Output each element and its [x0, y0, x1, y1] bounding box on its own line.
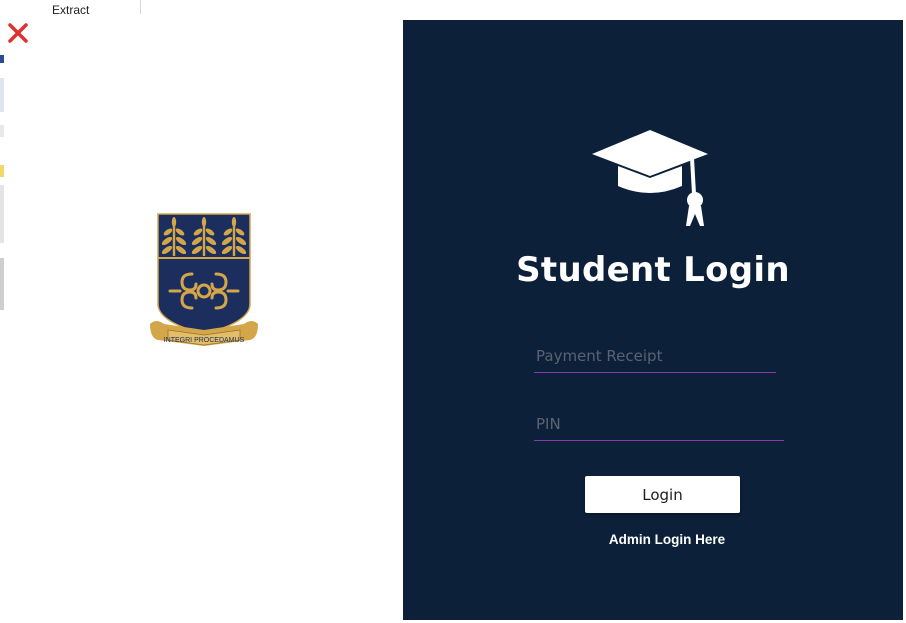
admin-login-link[interactable]: Admin Login Here [403, 532, 903, 547]
crest-motto: INTEGRI PROCEDAMUS [164, 337, 245, 344]
login-button[interactable]: Login [585, 476, 740, 513]
payment-receipt-input[interactable] [534, 340, 776, 373]
graduation-cap-icon [590, 128, 710, 230]
university-crest-logo: INTEGRI PROCEDAMUS [146, 212, 262, 352]
page-title: Student Login [516, 250, 790, 290]
background-window-edge [0, 0, 8, 330]
background-tab-separator [140, 0, 141, 14]
student-login-panel: Student Login Login Admin Login Here [403, 20, 903, 620]
pin-input[interactable] [534, 408, 784, 441]
background-tab-label: Extract [52, 3, 90, 17]
close-icon[interactable] [7, 22, 29, 44]
